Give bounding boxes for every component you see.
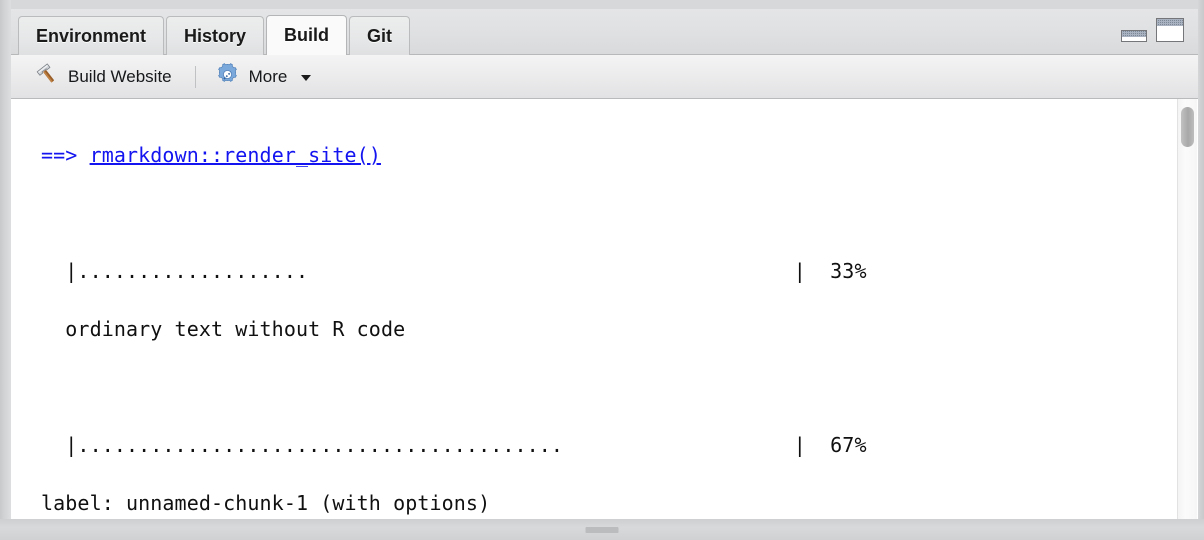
more-label: More bbox=[249, 67, 288, 87]
tab-history[interactable]: History bbox=[166, 16, 264, 55]
window-chrome-right bbox=[1198, 0, 1204, 540]
pane-splitter[interactable] bbox=[0, 519, 1204, 540]
tab-list: Environment History Build Git bbox=[18, 15, 412, 55]
console-command-text: rmarkdown::render_site() bbox=[90, 143, 381, 167]
build-toolbar: Build Website More bbox=[11, 55, 1198, 99]
build-console-output: ==> rmarkdown::render_site() |..........… bbox=[11, 99, 1198, 519]
console-chunk-label: label: unnamed-chunk-1 (with options) bbox=[41, 489, 1198, 518]
tab-environment-label: Environment bbox=[36, 26, 146, 46]
tab-git-label: Git bbox=[367, 26, 392, 46]
build-website-button[interactable]: Build Website bbox=[29, 59, 178, 94]
maximize-pane-icon[interactable] bbox=[1156, 18, 1184, 47]
tab-history-label: History bbox=[184, 26, 246, 46]
tab-environment[interactable]: Environment bbox=[18, 16, 164, 55]
tab-git[interactable]: Git bbox=[349, 16, 410, 55]
toolbar-separator bbox=[195, 66, 196, 88]
build-output-area: ==> rmarkdown::render_site() |..........… bbox=[11, 99, 1198, 519]
chevron-down-icon bbox=[301, 75, 311, 81]
vertical-scrollbar[interactable] bbox=[1177, 99, 1197, 519]
hammer-icon bbox=[35, 62, 59, 91]
console-command-prefix: ==> bbox=[41, 143, 90, 167]
more-button[interactable]: More bbox=[209, 59, 318, 95]
minimize-pane-icon[interactable] bbox=[1121, 27, 1147, 47]
window-chrome-left bbox=[0, 0, 11, 540]
pane-control-group bbox=[1121, 19, 1184, 47]
pane-tab-bar: Environment History Build Git bbox=[11, 9, 1198, 55]
scrollbar-thumb[interactable] bbox=[1181, 107, 1194, 147]
tab-build-label: Build bbox=[284, 25, 329, 45]
console-progress-67: |.......................................… bbox=[41, 431, 1198, 460]
build-pane: Environment History Build Git bbox=[11, 9, 1198, 519]
gear-icon bbox=[215, 62, 240, 92]
build-website-label: Build Website bbox=[68, 67, 172, 87]
console-blank-line bbox=[41, 199, 1198, 228]
window-chrome-top bbox=[0, 0, 1204, 9]
console-blank-line bbox=[41, 373, 1198, 402]
console-command-line: ==> rmarkdown::render_site() bbox=[41, 141, 1198, 170]
tab-build[interactable]: Build bbox=[266, 15, 347, 55]
rstudio-window: Environment History Build Git bbox=[0, 0, 1204, 540]
console-progress-33: |................... | 33% bbox=[41, 257, 1198, 286]
console-text-line-1: ordinary text without R code bbox=[41, 315, 1198, 344]
splitter-grip[interactable] bbox=[586, 527, 619, 533]
